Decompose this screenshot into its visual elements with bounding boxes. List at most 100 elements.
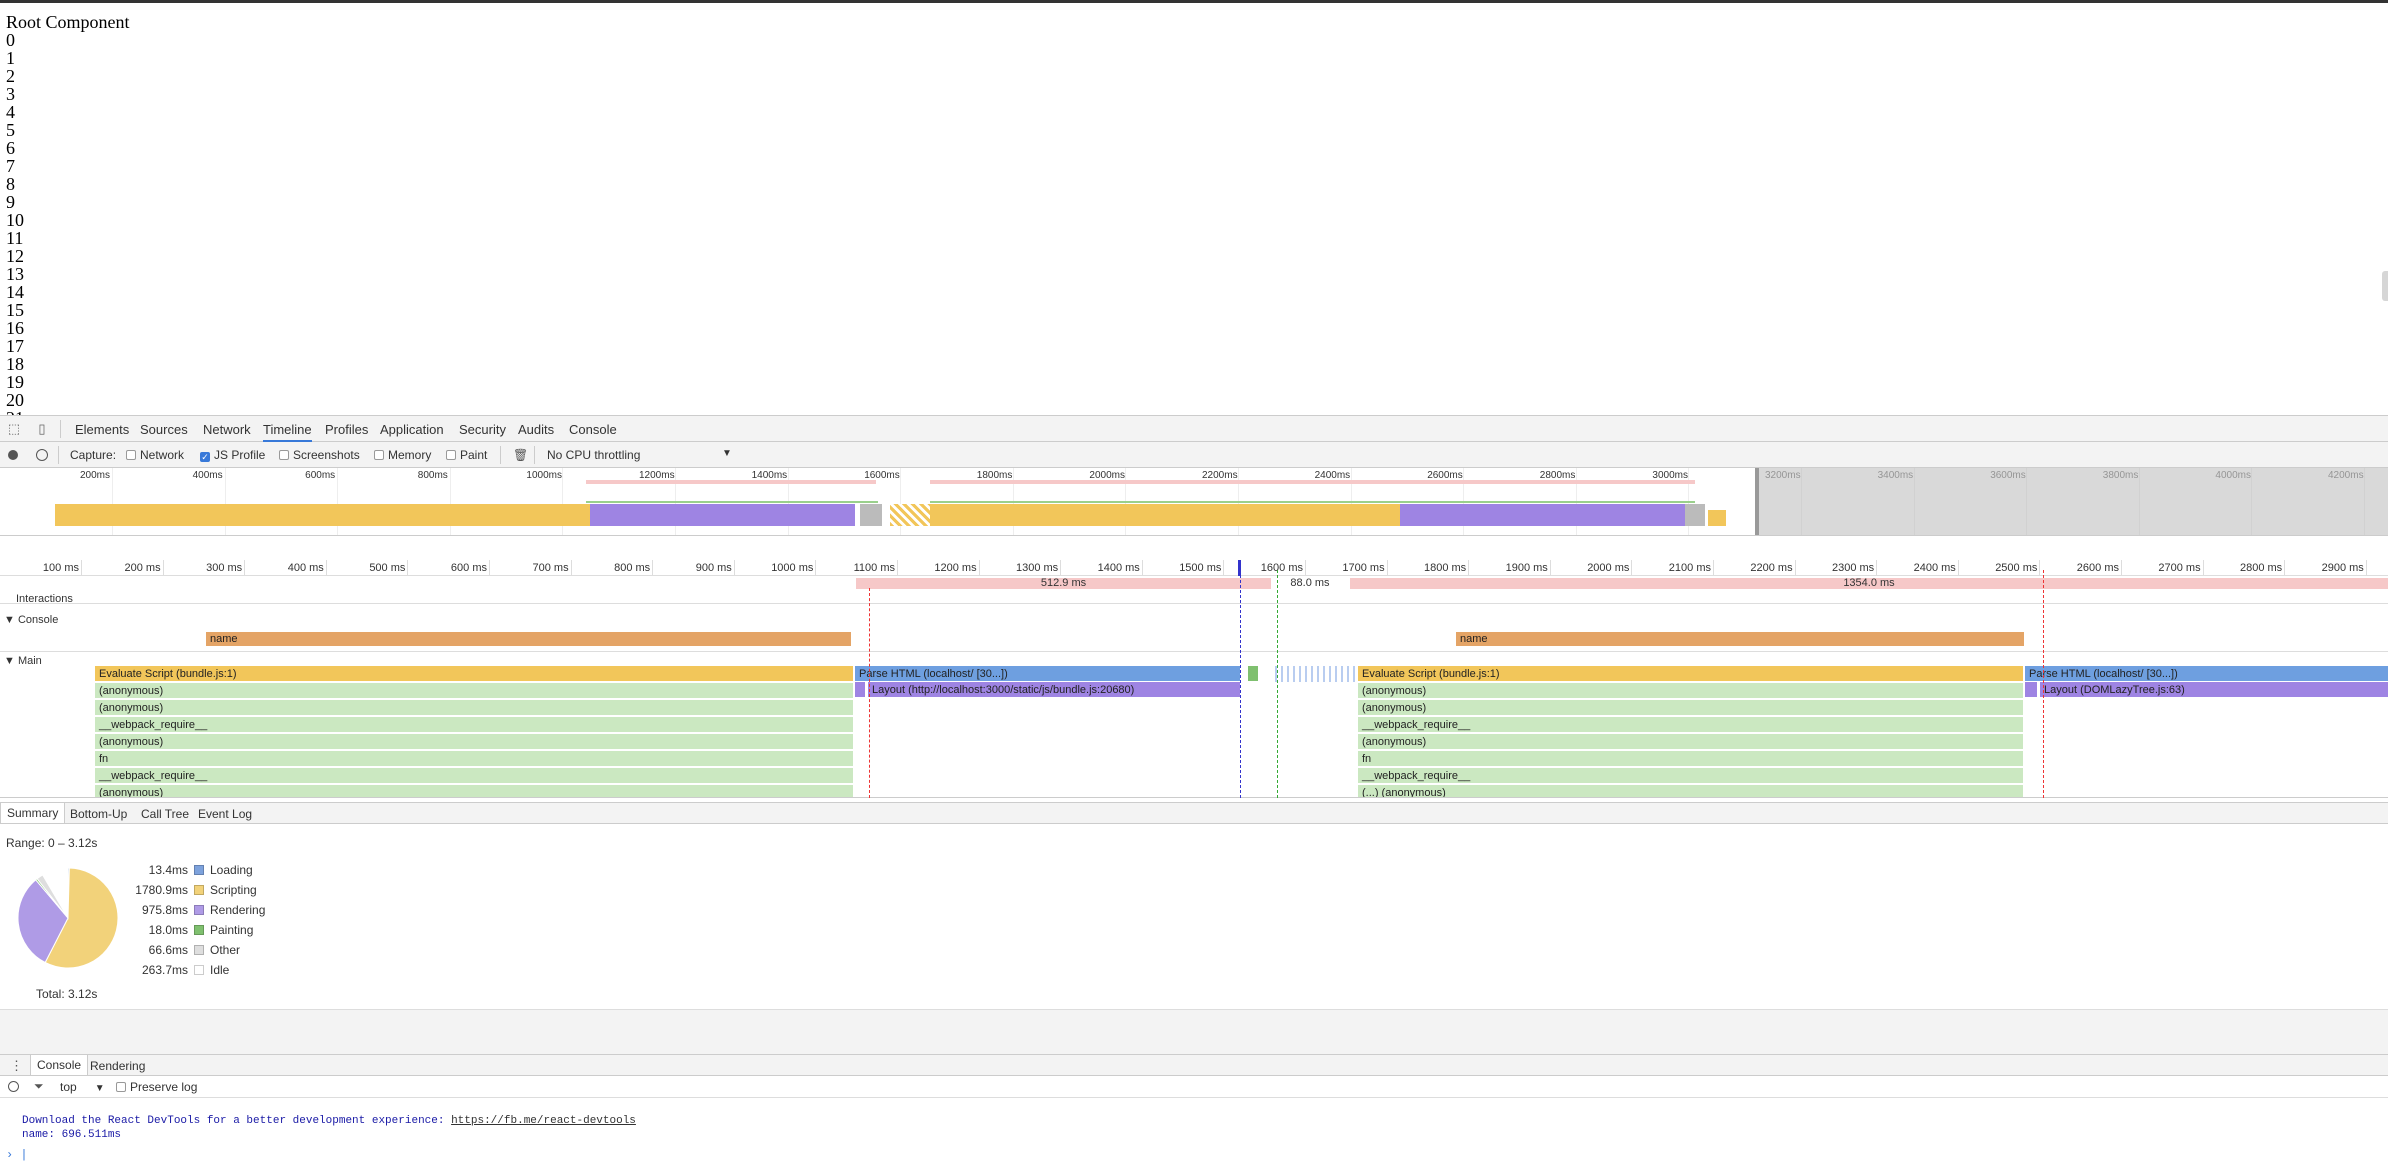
flame-parse-html[interactable]: Parse HTML (localhost/ [30...]) (855, 666, 1240, 682)
capture-js-profile-checkbox[interactable]: ✓ JS Profile (200, 448, 265, 462)
ruler-tick-label: 1000 ms (771, 562, 814, 574)
capture-label: Capture: (70, 448, 117, 462)
interaction-bar[interactable]: 512.9 ms (856, 578, 1271, 589)
flame-call[interactable]: (...) (anonymous) (1358, 785, 2023, 797)
flame-call[interactable]: (anonymous) (1358, 683, 2023, 699)
tab-security[interactable]: Security (459, 422, 506, 437)
summary-legend-row: 66.6ms Other (120, 943, 240, 957)
ruler-tick-label: 2500 ms (1995, 562, 2038, 574)
console-prompt[interactable]: › | (6, 1148, 28, 1162)
tab-summary[interactable]: Summary (0, 803, 66, 823)
capture-screenshots-checkbox[interactable]: Screenshots (279, 448, 360, 462)
overview-tick-label: 600ms (305, 470, 336, 481)
ruler-tick-label: 1800 ms (1423, 562, 1467, 574)
ruler-tick-label: 2000 ms (1587, 562, 1630, 574)
legend-label: Painting (210, 923, 254, 937)
flame-block[interactable] (855, 682, 865, 698)
console-timing-mark[interactable]: name (1456, 632, 2024, 646)
timeline-cursor[interactable] (1238, 560, 1241, 576)
context-select[interactable]: top ▼ (60, 1080, 105, 1094)
ruler-gridline (1141, 560, 1143, 576)
flame-call[interactable]: fn (95, 751, 853, 767)
flame-call[interactable]: __webpack_require__ (1358, 768, 2023, 784)
tab-elements[interactable]: Elements (75, 422, 129, 437)
flame-call[interactable]: __webpack_require__ (95, 768, 853, 784)
page-viewport: Root Component 0 1 2 3 4 5 6 7 8 9 10 11 12 13 14 15 16 1… (0, 0, 2388, 415)
number-line: 4 (6, 102, 15, 122)
tab-event-log[interactable]: Event Log (198, 807, 252, 821)
overview-rendering-block (1400, 504, 1685, 526)
flame-call[interactable]: (anonymous) (95, 734, 853, 750)
cpu-throttling-select[interactable]: No CPU throttling ▼ (547, 448, 737, 462)
summary-range: Range: 0 – 3.12s (6, 836, 98, 850)
ruler-tick-label: 800 ms (614, 562, 651, 574)
clear-icon[interactable] (36, 449, 48, 461)
flame-call[interactable]: __webpack_require__ (95, 717, 853, 733)
console-track-header[interactable]: ▼ Console (4, 614, 58, 626)
ruler-gridline (897, 560, 898, 576)
main-track-header[interactable]: ▼ Main (4, 655, 42, 667)
flame-layout[interactable]: Layout (http://localhost:3000/static/js/… (868, 682, 1240, 698)
tab-network[interactable]: Network (203, 422, 251, 437)
summary-pie-chart (17, 867, 119, 969)
tab-application[interactable]: Application (380, 422, 444, 437)
flame-call[interactable]: Evaluate Script (bundle.js:1) (1358, 666, 2023, 682)
tab-bottom-up[interactable]: Bottom-Up (70, 807, 127, 821)
ruler-gridline (1468, 560, 1470, 576)
overview-unselected-range (1755, 468, 2388, 535)
console-timing-mark[interactable]: name (206, 632, 851, 646)
legend-label: Idle (210, 963, 230, 977)
flame-call[interactable]: (anonymous) (95, 683, 853, 699)
flame-layout[interactable]: Layout (DOMLazyTree.js:63) (2040, 682, 2388, 698)
ruler-gridline (489, 560, 490, 576)
page-scrollbar[interactable] (2382, 271, 2388, 301)
overview-range-handle[interactable] (1755, 468, 1759, 535)
drawer-tab-rendering[interactable]: Rendering (90, 1059, 145, 1073)
overview-tick-label: 200ms (79, 470, 110, 481)
flame-call[interactable]: fn (1358, 751, 2023, 767)
device-toolbar-icon[interactable]: ▯ (34, 421, 50, 437)
interaction-bar[interactable]: 88.0 ms (1272, 578, 1348, 589)
preserve-log-checkbox[interactable]: Preserve log (116, 1080, 197, 1094)
capture-network-checkbox[interactable]: Network (126, 448, 184, 462)
record-icon[interactable] (8, 450, 18, 460)
flame-call[interactable]: (anonymous) (95, 700, 853, 716)
filter-icon[interactable]: ⏷ (34, 1079, 44, 1094)
tab-console[interactable]: Console (569, 422, 617, 437)
legend-value: 18.0ms (148, 923, 188, 937)
inspect-element-icon[interactable]: ⬚ (6, 421, 22, 437)
flame-call[interactable]: (anonymous) (95, 785, 853, 797)
ruler-gridline (162, 560, 164, 576)
tab-sources[interactable]: Sources (140, 422, 188, 437)
interaction-bar[interactable]: 1354.0 ms (1350, 578, 2388, 589)
timeline-ruler: 100 ms 200 ms 300 ms 400 ms 500 ms 600 ms 700 … (0, 560, 2388, 576)
flame-parse-html[interactable]: Parse HTML (localhost/ [30...]) (2025, 666, 2388, 682)
tab-audits[interactable]: Audits (518, 422, 554, 437)
capture-memory-checkbox[interactable]: Memory (374, 448, 431, 462)
capture-paint-checkbox[interactable]: Paint (446, 448, 487, 462)
flame-call[interactable]: Evaluate Script (bundle.js:1) (95, 666, 853, 682)
react-devtools-link[interactable]: https://fb.me/react-devtools (451, 1115, 636, 1127)
more-tools-icon[interactable]: ⋮ (10, 1058, 23, 1074)
ruler-tick-label: 2200 ms (1750, 562, 1793, 574)
clear-console-icon[interactable] (8, 1081, 19, 1092)
tab-profiles[interactable]: Profiles (325, 422, 368, 437)
timeline-overview[interactable]: 200ms 400ms 600ms 800ms 1000ms 1200ms 1400ms 16… (0, 468, 2388, 536)
summary-legend-row: 1780.9ms Scripting (120, 883, 256, 897)
flame-call[interactable]: __webpack_require__ (1358, 717, 2023, 733)
load-event-marker (869, 588, 870, 798)
flame-block[interactable] (2025, 682, 2037, 698)
devtools-main-toolbar: ⬚ ▯ Elements Sources Network Timeline Pr… (0, 415, 2388, 442)
trash-icon[interactable]: 🗑 (513, 448, 528, 462)
tab-timeline[interactable]: Timeline (263, 422, 312, 442)
interactions-track: 512.9 ms 88.0 ms 1354.0 ms Interactions (0, 576, 2388, 605)
flame-paint[interactable] (1248, 666, 1258, 682)
panel-splitter[interactable] (0, 1009, 2388, 1054)
flame-call[interactable]: (anonymous) (1358, 734, 2023, 750)
tab-call-tree[interactable]: Call Tree (141, 807, 189, 821)
triangle-down-icon: ▼ (4, 655, 18, 667)
flame-call[interactable]: (anonymous) (1358, 700, 2023, 716)
flame-small-tasks[interactable] (1275, 666, 1355, 682)
number-line: 13 (6, 264, 24, 284)
drawer-tab-console[interactable]: Console (30, 1055, 89, 1075)
